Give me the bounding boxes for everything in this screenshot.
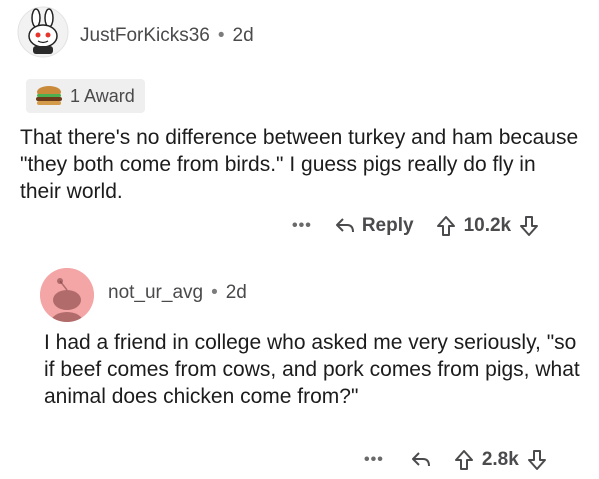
user-avatar[interactable] <box>17 6 69 58</box>
award-count: 1 Award <box>70 85 135 106</box>
separator-dot: • <box>211 282 218 303</box>
burger-award-icon <box>36 86 62 105</box>
comment-thread: JustForKicks36 • 2d 1 Award That there's n… <box>0 0 599 479</box>
vote-controls: 2.8k <box>454 449 547 471</box>
upvote-arrow-icon[interactable] <box>436 215 456 237</box>
more-options-button[interactable]: ••• <box>364 451 384 469</box>
vote-score: 10.2k <box>463 215 512 236</box>
reply-arrow-icon <box>411 452 430 467</box>
default-snoo-avatar-icon <box>40 268 94 322</box>
comment-body: I had a friend in college who asked me v… <box>44 331 580 408</box>
separator-dot: • <box>217 25 225 46</box>
comment-meta: JustForKicks36 • 2d <box>80 25 254 47</box>
reply-button[interactable] <box>410 450 432 470</box>
downvote-arrow-icon[interactable] <box>519 215 539 237</box>
comment-actions: ••• Reply 10.2k <box>292 211 539 241</box>
more-options-button[interactable]: ••• <box>292 217 312 235</box>
award-badge[interactable]: 1 Award <box>26 79 145 113</box>
user-avatar[interactable] <box>40 268 94 322</box>
comment-age: 2d <box>225 282 247 303</box>
reply-label: Reply <box>361 215 414 236</box>
reply-button[interactable]: Reply <box>334 215 414 237</box>
comment-age: 2d <box>232 25 254 46</box>
comment-actions: ••• 2.8k <box>364 445 547 475</box>
vote-score: 2.8k <box>481 449 519 470</box>
username-link[interactable]: not_ur_avg <box>108 282 203 303</box>
comment-body: That there's no difference between turke… <box>20 126 579 203</box>
vote-controls: 10.2k <box>436 215 540 237</box>
upvote-arrow-icon[interactable] <box>454 449 474 471</box>
downvote-arrow-icon[interactable] <box>527 449 547 471</box>
comment-meta: not_ur_avg • 2d <box>108 282 247 304</box>
snoo-avatar-icon <box>17 6 69 58</box>
username-link[interactable]: JustForKicks36 <box>80 25 210 46</box>
reply-arrow-icon <box>335 218 354 233</box>
